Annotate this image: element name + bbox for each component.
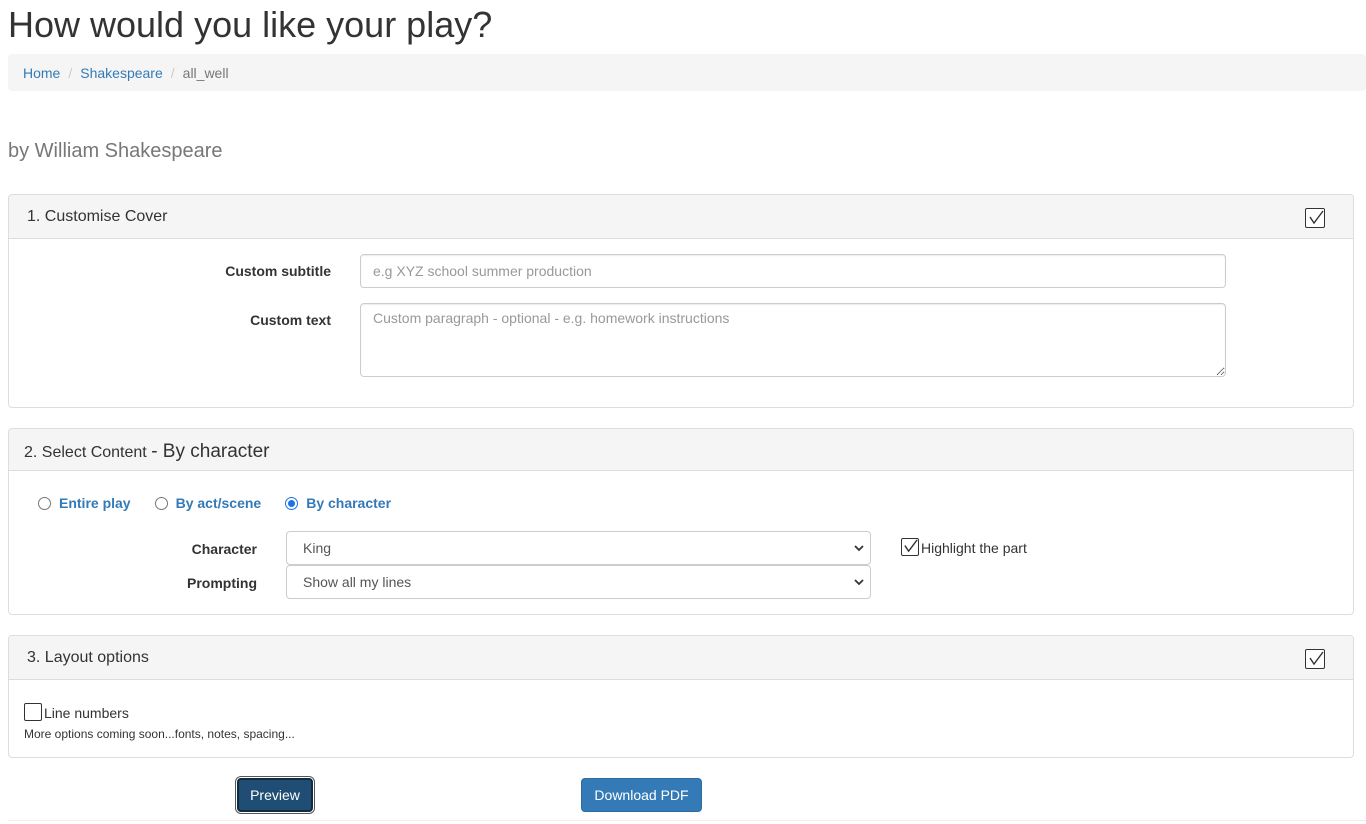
preview-button[interactable]: Preview	[237, 778, 313, 812]
breadcrumb-separator: /	[170, 64, 175, 81]
content-panel: 2. Select Content - By character Entire …	[8, 428, 1354, 615]
check-icon	[1309, 210, 1324, 225]
prompting-select[interactable]: Show all my lines	[286, 565, 871, 599]
line-numbers-checkbox[interactable]	[24, 703, 42, 721]
page-title: How would you like your play?	[8, 4, 493, 45]
radio-button[interactable]	[154, 496, 168, 510]
content-heading-text: 2. Select Content	[24, 444, 147, 461]
radio-entire-play[interactable]: Entire play	[38, 495, 131, 511]
subtitle-label: Custom subtitle	[225, 263, 331, 279]
radio-by-act-scene[interactable]: By act/scene	[154, 495, 262, 511]
radio-button[interactable]	[38, 496, 51, 510]
breadcrumb: Home / Shakespeare / all_well	[8, 54, 1366, 91]
layout-toggle-checkbox[interactable]	[1305, 649, 1325, 669]
radio-label: By act/scene	[175, 495, 262, 511]
line-numbers-label: Line numbers	[44, 705, 129, 721]
radio-button-selected[interactable]	[285, 496, 299, 510]
breadcrumb-separator: /	[68, 64, 73, 81]
cover-panel: 1. Customise Cover Custom subtitle Custo…	[8, 194, 1354, 408]
radio-by-character[interactable]: By character	[285, 495, 391, 511]
radio-label: By character	[306, 495, 392, 511]
content-panel-heading: 2. Select Content - By character	[9, 429, 1353, 471]
layout-panel: 3. Layout options Line numbers More opti…	[8, 635, 1354, 758]
layout-panel-heading[interactable]: 3. Layout options	[9, 636, 1353, 680]
check-icon	[904, 539, 918, 553]
content-mode-radio-group: Entire play By act/scene By character	[38, 495, 415, 511]
more-options-note: More options coming soon...fonts, notes,…	[24, 727, 295, 741]
content-panel-title: 2. Select Content - By character	[24, 441, 269, 463]
character-label: Character	[191, 541, 257, 557]
layout-panel-title: 3. Layout options	[27, 649, 149, 666]
cover-toggle-checkbox[interactable]	[1305, 208, 1325, 228]
highlight-part-checkbox[interactable]	[901, 538, 919, 556]
cover-panel-heading[interactable]: 1. Customise Cover	[9, 195, 1353, 239]
chevron-down-icon	[854, 545, 864, 552]
author-subtitle: by William Shakespeare	[8, 140, 223, 162]
download-pdf-button[interactable]: Download PDF	[581, 778, 702, 812]
chevron-down-icon	[854, 579, 864, 586]
radio-label: Entire play	[59, 495, 131, 511]
breadcrumb-home-link[interactable]: Home	[23, 65, 60, 81]
subtitle-input[interactable]	[360, 254, 1226, 288]
character-select[interactable]: King	[286, 531, 871, 565]
custom-text-label: Custom text	[250, 312, 331, 328]
breadcrumb-shakespeare-link[interactable]: Shakespeare	[80, 65, 163, 81]
content-heading-mode: - By character	[151, 441, 270, 462]
breadcrumb-current: all_well	[182, 64, 229, 81]
prompting-label: Prompting	[187, 575, 257, 591]
prompting-select-value: Show all my lines	[303, 574, 412, 590]
footer-divider	[8, 820, 1366, 821]
check-icon	[1309, 651, 1324, 666]
highlight-part-label: Highlight the part	[921, 540, 1027, 556]
character-select-value: King	[303, 540, 332, 556]
cover-panel-title: 1. Customise Cover	[27, 208, 168, 225]
custom-text-textarea[interactable]	[360, 303, 1226, 377]
